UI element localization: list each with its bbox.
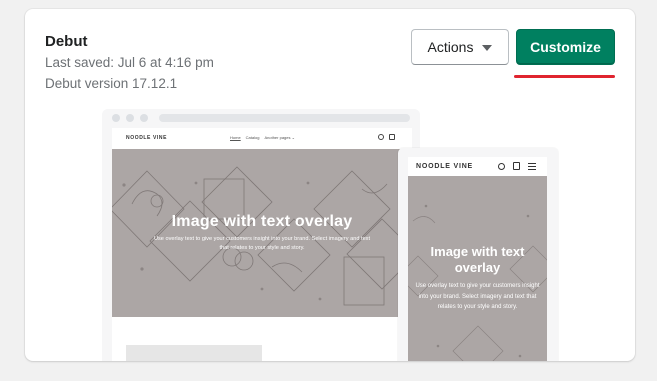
mobile-header-icons: [498, 162, 536, 170]
desktop-store-logo: NOODLE VINE: [126, 135, 168, 141]
cart-icon: [513, 162, 520, 170]
browser-chrome: [102, 109, 420, 127]
hamburger-menu-icon: [528, 162, 536, 170]
desktop-hero-body: Use overlay text to give your customers …: [153, 236, 371, 251]
mobile-store-header: NOODLE VINE: [408, 157, 547, 176]
desktop-header-icons: [378, 134, 395, 140]
theme-card: Debut Last saved: Jul 6 at 4:16 pm Debut…: [25, 9, 635, 361]
mobile-store-logo: NOODLE VINE: [416, 163, 474, 170]
caret-down-icon: [482, 44, 493, 51]
browser-dot-icon: [112, 114, 120, 122]
desktop-nav-item: Catalog: [245, 135, 260, 140]
mobile-hero-banner: Image with text overlay Use overlay text…: [408, 176, 547, 361]
browser-dot-icon: [140, 114, 148, 122]
desktop-store-nav: Home Catalog Another pages ⌄: [230, 135, 295, 140]
cart-icon: [389, 134, 395, 140]
desktop-preview[interactable]: NOODLE VINE Home Catalog Another pages ⌄: [102, 109, 420, 361]
mobile-hero-title: Image with text overlay: [430, 244, 525, 275]
desktop-nav-item: Another pages ⌄: [264, 135, 295, 140]
mobile-viewport: NOODLE VINE Image with text overlay Use …: [408, 157, 547, 361]
desktop-product-placeholder: [126, 345, 262, 361]
search-icon: [498, 162, 505, 170]
hero-sketch-illustration: [112, 166, 412, 306]
customize-button[interactable]: Customize: [516, 29, 615, 65]
mobile-preview[interactable]: NOODLE VINE Image with text overlay Use …: [398, 148, 558, 361]
actions-button[interactable]: Actions: [411, 29, 509, 65]
mobile-hero-body: Use overlay text to give your customers …: [415, 283, 540, 310]
theme-version-text: Debut version 17.12.1: [45, 76, 178, 91]
desktop-viewport: NOODLE VINE Home Catalog Another pages ⌄: [112, 128, 412, 361]
theme-name: Debut: [45, 33, 88, 50]
search-icon: [378, 134, 384, 140]
browser-dot-icon: [126, 114, 134, 122]
desktop-hero-title: Image with text overlay: [171, 213, 353, 230]
desktop-hero-banner: Image with text overlay Use overlay text…: [112, 149, 412, 317]
actions-button-label: Actions: [427, 39, 474, 55]
last-saved-text: Last saved: Jul 6 at 4:16 pm: [45, 55, 214, 70]
desktop-nav-item: Home: [230, 135, 241, 140]
highlight-underline: [514, 75, 615, 78]
desktop-store-header: NOODLE VINE Home Catalog Another pages ⌄: [112, 128, 412, 149]
browser-url-bar: [159, 114, 410, 122]
customize-button-label: Customize: [530, 39, 601, 55]
